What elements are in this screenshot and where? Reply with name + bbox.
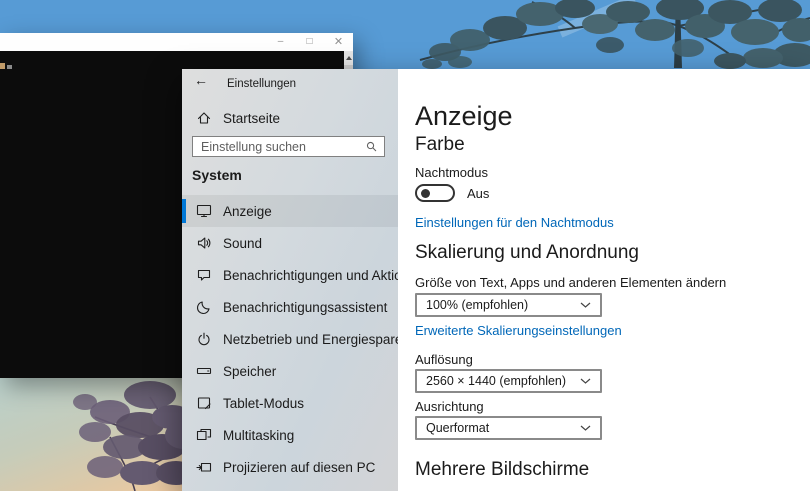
moon-icon [196,299,212,315]
windows-icon [196,427,212,443]
sidebar-item-startseite[interactable]: Startseite [182,105,398,131]
tree-silhouette-bottom [0,377,183,491]
tablet-icon [196,395,212,411]
chevron-down-icon [580,425,591,432]
drive-icon [196,363,212,379]
settings-window: ← Einstellungen Startseite System [182,69,810,491]
sidebar-items: Anzeige Sound Benachrichtigungen und Akt… [182,195,398,483]
maximize-icon[interactable]: □ [295,33,324,51]
settings-sidebar: ← Einstellungen Startseite System [182,69,398,491]
window-title: Einstellungen [227,78,296,90]
night-mode-settings-link[interactable]: Einstellungen für den Nachtmodus [415,215,810,231]
scaling-value: 100% (empfohlen) [426,298,580,312]
sidebar-section-heading: System [192,167,242,183]
orientation-value: Querformat [426,421,580,435]
scaling-section-heading: Skalierung und Anordnung [415,243,810,263]
resolution-value: 2560 × 1440 (empfohlen) [426,374,580,388]
page-title: Anzeige [415,103,810,129]
sidebar-item-sound[interactable]: Sound [182,227,398,259]
home-icon [196,110,212,126]
sidebar-item-benachrichtigungen[interactable]: Benachrichtigungen und Aktionen [182,259,398,291]
screen: – □ ✕ ← Einstellungen Startseite [0,0,810,491]
sidebar-item-label: Speicher [223,364,276,379]
sidebar-item-label: Benachrichtigungsassistent [223,300,387,315]
selected-accent-bar [182,199,186,223]
multiple-displays-heading: Mehrere Bildschirme [415,460,810,480]
search-icon[interactable] [365,140,378,153]
console-cursor [7,65,12,69]
project-icon [196,459,212,475]
scroll-up-icon[interactable] [344,51,353,65]
sidebar-item-label: Benachrichtigungen und Aktionen [223,268,424,283]
orientation-select[interactable]: Querformat [415,416,602,440]
night-mode-row: Aus [415,184,810,202]
close-icon[interactable]: ✕ [324,33,353,51]
console-titlebar[interactable]: – □ ✕ [0,33,353,51]
power-icon [196,331,212,347]
sidebar-item-netzbetrieb[interactable]: Netzbetrieb und Energiesparen [182,323,398,355]
chat-bubble-icon [196,267,212,283]
sidebar-item-projizieren[interactable]: Projizieren auf diesen PC [182,451,398,483]
color-section-heading: Farbe [415,135,810,155]
sunset-wallpaper-region [0,377,183,491]
sidebar-item-label: Projizieren auf diesen PC [223,460,375,475]
settings-search-box[interactable] [192,136,385,157]
night-mode-toggle[interactable] [415,184,455,202]
display-icon [196,203,212,219]
minimize-icon[interactable]: – [266,33,295,51]
speaker-icon [196,235,212,251]
console-prompt-fragment [0,63,5,69]
chevron-down-icon [580,302,591,309]
advanced-scaling-link[interactable]: Erweiterte Skalierungseinstellungen [415,323,810,339]
resolution-label: Auflösung [415,352,810,367]
back-button[interactable]: ← [194,72,208,88]
toggle-knob [421,189,430,198]
night-mode-state: Aus [467,186,489,201]
sidebar-item-anzeige[interactable]: Anzeige [182,195,398,227]
scaling-label: Größe von Text, Apps und anderen Element… [415,275,810,290]
chevron-down-icon [580,378,591,385]
scaling-select[interactable]: 100% (empfohlen) [415,293,602,317]
sidebar-item-multitasking[interactable]: Multitasking [182,419,398,451]
sidebar-item-label: Netzbetrieb und Energiesparen [223,332,410,347]
settings-header: ← Einstellungen [182,69,398,99]
sidebar-item-label: Multitasking [223,428,294,443]
search-input[interactable] [193,138,365,155]
sidebar-item-tablet-modus[interactable]: Tablet-Modus [182,387,398,419]
orientation-label: Ausrichtung [415,399,810,414]
sidebar-item-benachrichtigungsassistent[interactable]: Benachrichtigungsassistent [182,291,398,323]
sidebar-item-label: Tablet-Modus [223,396,304,411]
sidebar-item-label: Startseite [223,111,280,126]
settings-main-pane: Anzeige Farbe Nachtmodus Aus Einstellung… [398,69,810,491]
sidebar-item-speicher[interactable]: Speicher [182,355,398,387]
sidebar-item-label: Sound [223,236,262,251]
night-mode-label: Nachtmodus [415,165,810,180]
resolution-select[interactable]: 2560 × 1440 (empfohlen) [415,369,602,393]
sidebar-item-label: Anzeige [223,204,272,219]
